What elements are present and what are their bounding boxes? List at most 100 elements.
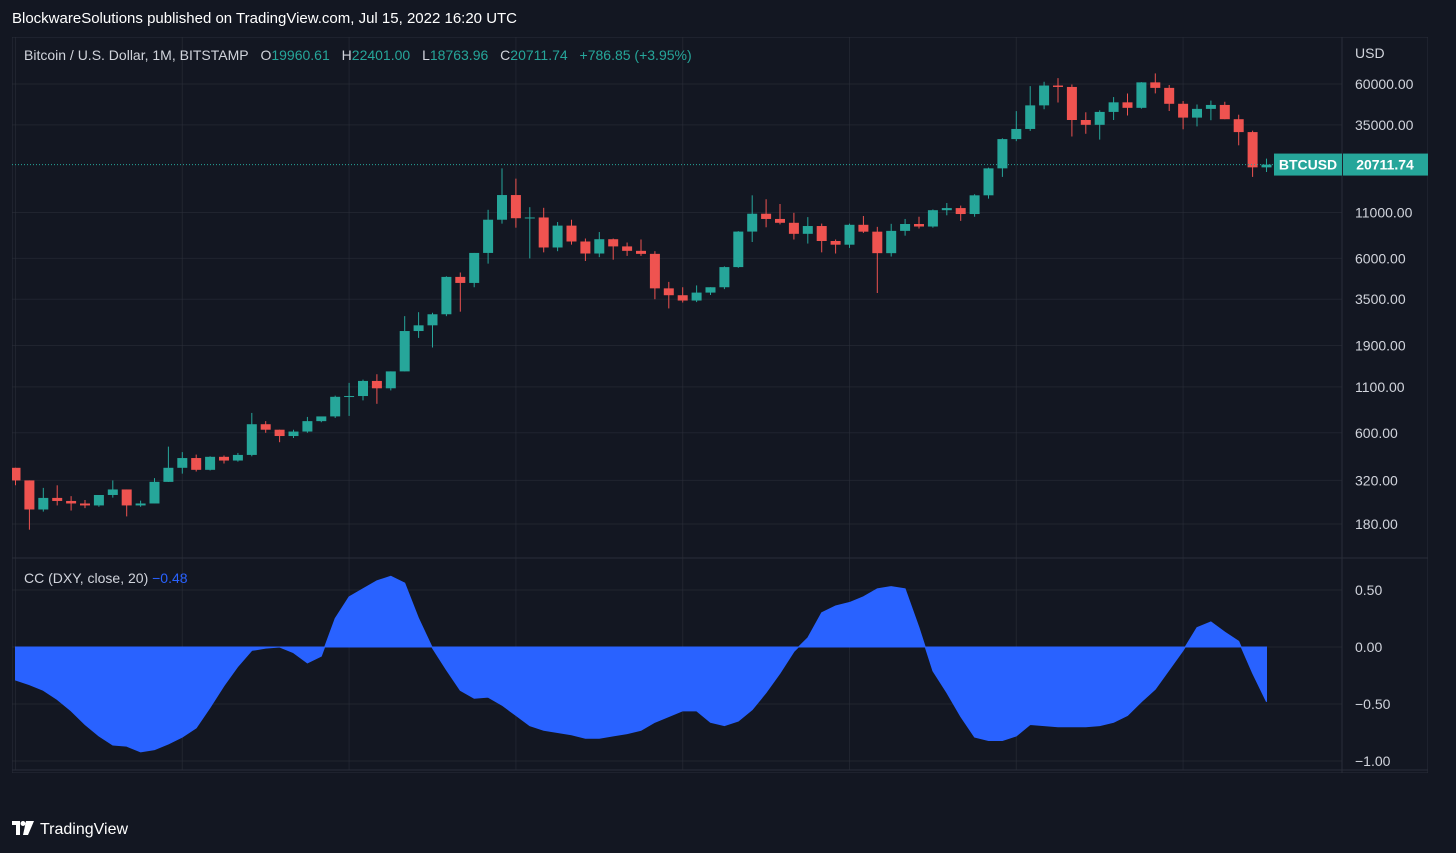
candle-body[interactable] (80, 503, 90, 506)
candle-body[interactable] (858, 224, 869, 232)
tradingview-logo-icon[interactable] (12, 820, 34, 840)
candle-body[interactable] (1219, 104, 1230, 120)
candle-body[interactable] (219, 456, 229, 461)
candle-body[interactable] (580, 241, 591, 254)
candle-body[interactable] (1053, 85, 1063, 87)
candle-body[interactable] (747, 213, 758, 232)
candle-body[interactable] (121, 489, 132, 506)
candle-body[interactable] (107, 489, 118, 495)
candle-body[interactable] (38, 497, 49, 510)
candle-body[interactable] (997, 139, 1008, 169)
candle-body[interactable] (302, 421, 313, 432)
y-tick-price: 320.00 (1355, 472, 1398, 488)
candle-body[interactable] (816, 226, 827, 241)
candle-body[interactable] (427, 314, 438, 326)
candle-body[interactable] (788, 222, 799, 234)
candle-body[interactable] (12, 467, 21, 481)
candle-body[interactable] (1108, 102, 1119, 112)
candle-body[interactable] (691, 292, 702, 301)
candle-body[interactable] (232, 454, 243, 461)
candle-body[interactable] (761, 213, 772, 219)
tradingview-logo-text[interactable]: TradingView (40, 821, 128, 839)
candle-body[interactable] (524, 217, 535, 219)
candle-body[interactable] (872, 231, 883, 254)
candle-body[interactable] (1094, 111, 1105, 125)
candle-body[interactable] (260, 424, 271, 430)
published-line: BlockwareSolutions published on TradingV… (12, 10, 518, 27)
candle-body[interactable] (1136, 82, 1147, 108)
candle-body[interactable] (983, 168, 994, 196)
candle-body[interactable] (900, 223, 911, 231)
candle-body[interactable] (802, 226, 813, 234)
candle-body[interactable] (719, 267, 730, 288)
candle-body[interactable] (552, 225, 563, 248)
candle-body[interactable] (1025, 105, 1036, 129)
candle-body[interactable] (677, 295, 688, 301)
candle-body[interactable] (52, 497, 63, 501)
indicator-area[interactable] (15, 575, 1267, 753)
indicator-name[interactable]: CC (DXY, close, 20) (24, 570, 148, 586)
candle-body[interactable] (288, 431, 299, 437)
symbol-name[interactable]: Bitcoin / U.S. Dollar, 1M, BITSTAMP (24, 47, 249, 63)
candle-body[interactable] (969, 195, 980, 215)
candle-body[interactable] (413, 325, 424, 332)
candle-body[interactable] (177, 458, 188, 468)
candle-body[interactable] (1205, 104, 1216, 109)
candle-body[interactable] (510, 195, 521, 219)
candle-body[interactable] (399, 331, 410, 372)
candle-body[interactable] (205, 456, 216, 470)
candle-body[interactable] (733, 231, 744, 268)
candle-body[interactable] (649, 253, 660, 289)
candle-body[interactable] (608, 239, 619, 247)
candle-body[interactable] (705, 287, 716, 293)
candle-body[interactable] (1150, 82, 1161, 88)
candle-body[interactable] (344, 396, 355, 398)
candle-body[interactable] (66, 500, 77, 504)
candle-body[interactable] (441, 276, 452, 315)
candle-body[interactable] (830, 240, 841, 245)
candle-body[interactable] (483, 219, 494, 253)
chart-canvas[interactable]: 20152016201720182019202020212022USD60000… (12, 37, 1428, 773)
candle-body[interactable] (538, 217, 549, 248)
candle-body[interactable] (594, 239, 605, 254)
candle-body[interactable] (455, 276, 466, 283)
candle-body[interactable] (663, 288, 674, 296)
candle-body[interactable] (1011, 128, 1022, 140)
candle-body[interactable] (1233, 119, 1244, 133)
candle-body[interactable] (955, 208, 966, 215)
candle-body[interactable] (163, 467, 174, 482)
candle-body[interactable] (24, 480, 35, 510)
candle-body[interactable] (1122, 102, 1133, 108)
candle-body[interactable] (316, 416, 327, 422)
candle-body[interactable] (844, 224, 855, 245)
candle-body[interactable] (330, 396, 341, 417)
candle-body[interactable] (636, 250, 646, 254)
candle-body[interactable] (385, 371, 396, 389)
candle-body[interactable] (246, 424, 257, 455)
candle-body[interactable] (914, 223, 924, 227)
candle-body[interactable] (358, 380, 368, 397)
candle-body[interactable] (93, 494, 104, 506)
chart-frame[interactable]: 20152016201720182019202020212022USD60000… (12, 37, 1428, 773)
candle-body[interactable] (1080, 120, 1091, 125)
candle-body[interactable] (1247, 132, 1258, 168)
candle-body[interactable] (469, 252, 480, 283)
candle-body[interactable] (1178, 103, 1189, 118)
candle-body[interactable] (1066, 86, 1077, 121)
candle-body[interactable] (1039, 85, 1050, 106)
low-label: L (422, 47, 430, 63)
candle-body[interactable] (274, 429, 285, 437)
candle-body[interactable] (622, 246, 633, 251)
candle-body[interactable] (566, 225, 577, 242)
candle-body[interactable] (1192, 108, 1202, 118)
candle-body[interactable] (775, 218, 785, 223)
candle-body[interactable] (1164, 87, 1175, 104)
candle-body[interactable] (191, 458, 202, 470)
candle-body[interactable] (941, 208, 952, 211)
candle-body[interactable] (927, 210, 938, 227)
candle-body[interactable] (371, 380, 382, 389)
candle-body[interactable] (149, 481, 160, 504)
candle-body[interactable] (497, 195, 507, 220)
candle-body[interactable] (886, 230, 897, 254)
candle-body[interactable] (135, 503, 146, 506)
